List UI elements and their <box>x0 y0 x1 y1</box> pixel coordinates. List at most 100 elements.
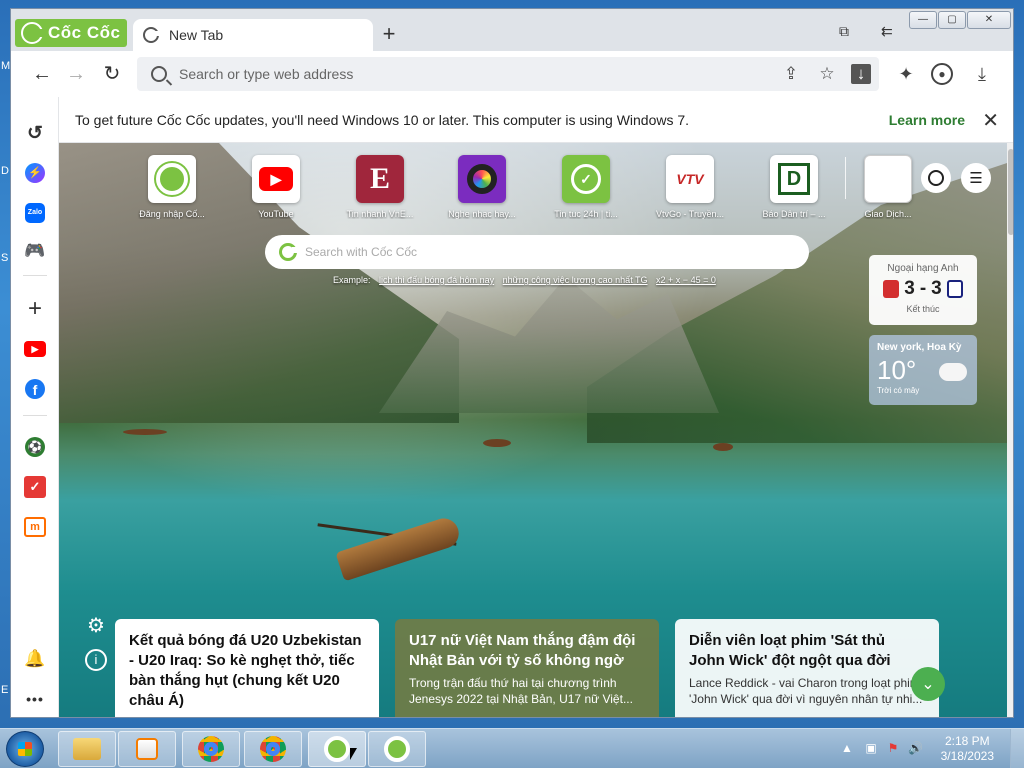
speed-dial-item[interactable]: ✓ Tin tuc 24h | ti... <box>541 155 631 219</box>
forward-button[interactable]: → <box>63 61 89 87</box>
history-icon: ↺ <box>27 122 43 144</box>
speed-dial-item[interactable]: Nghe nhạc hay... <box>437 155 527 219</box>
speed-dial-item[interactable]: D Báo Dân trí – ... <box>749 155 839 219</box>
desktop-letter: E <box>1 684 9 696</box>
action-center-icon[interactable]: ⚑ <box>886 741 900 755</box>
account-button[interactable] <box>921 163 951 193</box>
news-desc: Trong trận đấu thứ hai tại chương trình … <box>409 676 633 706</box>
news-card[interactable]: Kết quả bóng đá U20 Uzbekistan - U20 Ira… <box>115 619 379 717</box>
info-icon[interactable]: i <box>85 649 107 671</box>
news-card[interactable]: U17 nữ Việt Nam thắng đậm đội Nhật Bản v… <box>395 619 659 717</box>
taskbar-coccoc-2[interactable] <box>368 731 426 767</box>
customize-button[interactable]: ☰ <box>961 163 991 193</box>
score-line: 3 - 3 <box>869 278 977 300</box>
sidebar-item-zalo[interactable]: Zalo <box>23 201 47 225</box>
address-input[interactable] <box>179 66 739 82</box>
boat-small <box>483 439 511 447</box>
search-icon <box>151 66 167 82</box>
taskbar-chrome-2[interactable] <box>244 731 302 767</box>
extensions-icon[interactable]: ✦ <box>895 63 917 85</box>
score-separator: - <box>919 278 927 299</box>
scroll-down-button[interactable]: ⌄ <box>911 667 945 701</box>
gamepad-icon: 🎮 <box>24 241 46 260</box>
clock-news-icon: ✓ <box>562 155 610 203</box>
weather-widget[interactable]: New york, Hoa Kỳ 10° Trời có mây <box>869 335 977 405</box>
learn-more-link[interactable]: Learn more <box>889 112 965 128</box>
taskbar-chrome-1[interactable] <box>182 731 240 767</box>
downloads-icon[interactable]: ⤓ <box>971 63 993 85</box>
omnibox[interactable]: ⇪ ☆ ↓ <box>137 57 879 91</box>
sidebar-item-youtube[interactable]: ▶ <box>23 337 47 361</box>
share-icon[interactable]: ⇪ <box>781 64 801 84</box>
sidebar-item-games[interactable]: 🎮 <box>23 239 47 263</box>
settings-gear-icon[interactable]: ⚙ <box>85 616 107 639</box>
search-input[interactable] <box>305 245 775 259</box>
volume-icon[interactable]: 🔊 <box>908 741 923 755</box>
clock-date: 3/18/2023 <box>940 749 994 763</box>
back-button[interactable]: ← <box>29 61 55 87</box>
boat-small <box>713 443 733 451</box>
sidebar-item-checklist[interactable]: ✓ <box>23 475 47 499</box>
sidebar-notifications[interactable]: 🔔 <box>23 647 47 671</box>
maximize-button[interactable]: ▢ <box>938 11 966 29</box>
download-video-icon[interactable]: ↓ <box>851 64 871 84</box>
taskbar-coccoc-1[interactable] <box>308 731 366 767</box>
example-link[interactable]: lịch thi đấu bóng đá hôm nay <box>379 275 494 285</box>
taskbar-explorer[interactable] <box>58 731 116 767</box>
folder-icon <box>73 738 101 760</box>
new-tab-button[interactable]: + <box>377 23 401 47</box>
shop-icon: m <box>24 517 46 537</box>
plus-icon: + <box>27 295 42 322</box>
coccoc-search-box[interactable] <box>265 235 809 269</box>
tab-search-icon[interactable]: ⧉ <box>839 23 849 40</box>
example-link[interactable]: x2 + x − 45 = 0 <box>656 275 716 285</box>
show-desktop-button[interactable] <box>1010 729 1024 768</box>
messenger-icon: ⚡ <box>25 163 45 183</box>
media-player-icon <box>136 738 158 760</box>
speed-dial-item[interactable]: Đăng nhập Cố... <box>127 155 217 219</box>
football-score-widget[interactable]: Ngoại hạng Anh 3 - 3 Kết thúc <box>869 255 977 325</box>
reload-button[interactable]: ↻ <box>99 61 125 87</box>
speed-dial-item[interactable]: Giao Dịch... <box>853 155 923 219</box>
taskbar-media-player[interactable] <box>118 731 176 767</box>
coccoc-menu-button[interactable]: Cốc Cốc <box>15 19 127 47</box>
weather-description: Trời có mây <box>877 386 920 395</box>
tray-expand-icon[interactable]: ▲ <box>840 741 854 755</box>
minimize-button[interactable]: — <box>909 11 937 29</box>
chrome-icon <box>198 736 224 762</box>
scrollbar-thumb[interactable] <box>1008 149 1013 235</box>
browser-window: Cốc Cốc New Tab + ⧉ ⇇ — ▢ ✕ ← → ↻ ⇪ ☆ ↓ … <box>10 8 1014 718</box>
bookmark-star-icon[interactable]: ☆ <box>817 64 837 84</box>
chrome-icon <box>260 736 286 762</box>
profile-icon[interactable]: ● <box>931 63 953 85</box>
tab-new-tab[interactable]: New Tab <box>133 19 373 51</box>
weather-location: New york, Hoa Kỳ <box>877 342 962 353</box>
sidebar-item-messenger[interactable]: ⚡ <box>23 161 47 185</box>
sidebar-item-facebook[interactable]: f <box>23 377 47 401</box>
user-icon <box>928 170 944 186</box>
speed-dial-item[interactable]: E Tin nhanh VnE... <box>335 155 425 219</box>
sliders-icon: ☰ <box>969 170 983 187</box>
sidebar-add-button[interactable]: + <box>23 295 47 322</box>
example-link[interactable]: những công việc lương cao nhất TG <box>503 275 648 285</box>
tab-back-icon[interactable]: ⇇ <box>881 23 893 40</box>
news-card[interactable]: Diễn viên loạt phim 'Sát thủ John Wick' … <box>675 619 939 717</box>
speed-dial-item[interactable]: ▶ YouTube <box>231 155 321 219</box>
network-icon[interactable]: ▣ <box>864 741 878 755</box>
speed-dial-item[interactable]: VTV VtvGo - Truyền... <box>645 155 735 219</box>
news-title: U17 nữ Việt Nam thắng đậm đội Nhật Bản v… <box>409 632 636 669</box>
speed-dial-label: Báo Dân trí – ... <box>762 209 826 219</box>
sidebar-item-shop[interactable]: m <box>23 515 47 539</box>
close-window-button[interactable]: ✕ <box>967 11 1011 29</box>
scrollbar[interactable] <box>1007 143 1013 717</box>
clock[interactable]: 2:18 PM 3/18/2023 <box>941 734 994 764</box>
close-notice-button[interactable]: ✕ <box>982 108 999 133</box>
tab-title: New Tab <box>169 27 224 43</box>
sidebar-item-history[interactable]: ↺ <box>23 121 47 145</box>
news-desc: Lance Reddick - vai Charon trong loạt ph… <box>689 676 923 706</box>
news-title: Diễn viên loạt phim 'Sát thủ John Wick' … <box>689 632 891 669</box>
desktop-letter: M <box>1 60 11 72</box>
start-button[interactable] <box>6 731 44 767</box>
sidebar-item-football[interactable]: ⚽ <box>23 435 47 459</box>
sidebar-more[interactable]: ••• <box>23 687 47 711</box>
